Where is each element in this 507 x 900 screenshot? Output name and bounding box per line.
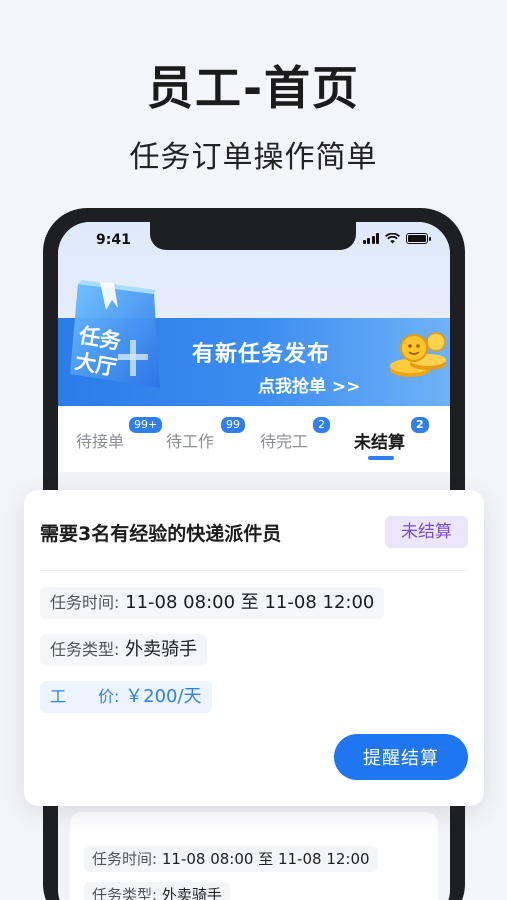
status-badge: 未结算 (385, 516, 468, 548)
tab-count-badge: 2 (312, 416, 331, 434)
tab-label: 待工作 (166, 432, 215, 451)
bg-task-time-label: 任务时间: (92, 850, 158, 868)
tab-label: 待接单 (76, 432, 125, 451)
task-type-label: 任务类型: (50, 640, 120, 659)
card-divider (40, 570, 468, 571)
task-type-row: 任务类型: 外卖骑手 (40, 634, 208, 666)
order-tabs: 待接单 99+ 待工作 99 待完工 2 未结算 2 (58, 406, 450, 472)
tab-pending-work[interactable]: 待工作 99 (166, 416, 246, 452)
phone-notch (150, 222, 356, 250)
tab-label: 未结算 (354, 433, 405, 453)
bg-task-time-row: 任务时间: 11-08 08:00 至 11-08 12:00 (84, 846, 378, 872)
tab-pending-accept[interactable]: 待接单 99+ (76, 416, 164, 452)
remind-settle-button[interactable]: 提醒结算 (334, 734, 468, 780)
tab-pending-finish[interactable]: 待完工 2 (260, 416, 331, 452)
page-title: 员工-首页 (146, 61, 361, 115)
battery-icon (406, 233, 431, 244)
task-hall-book-icon: 任务 大厅 (70, 280, 160, 388)
banner-cta[interactable]: 点我抢单 >> (258, 372, 360, 397)
tab-count-badge: 99+ (128, 416, 164, 434)
tab-unsettled[interactable]: 未结算 2 (354, 416, 430, 453)
bg-task-time-value: 11-08 08:00 至 11-08 12:00 (161, 850, 370, 868)
task-time-value: 11-08 08:00 至 11-08 12:00 (125, 592, 375, 613)
task-time-row: 任务时间: 11-08 08:00 至 11-08 12:00 (40, 587, 385, 619)
status-icons (362, 233, 431, 244)
bg-task-type-row: 任务类型: 外卖骑手 (84, 882, 230, 900)
signal-icon (362, 233, 379, 244)
tab-count-badge: 2 (410, 416, 430, 434)
task-price-label: 工 价: (50, 687, 120, 706)
status-time: 9:41 (96, 232, 131, 248)
banner-headline: 有新任务发布 (192, 342, 331, 367)
task-price-row: 工 价: ￥200/天 (40, 681, 212, 713)
order-card[interactable]: 需要3名有经验的快递派件员 未结算 任务时间: 11-08 08:00 至 11… (24, 490, 484, 806)
coins-icon (390, 332, 446, 377)
tab-label: 待完工 (260, 432, 309, 451)
order-card-background[interactable]: 任务时间: 11-08 08:00 至 11-08 12:00 任务类型: 外卖… (70, 812, 438, 900)
task-type-value: 外卖骑手 (125, 639, 198, 660)
bg-task-type-value: 外卖骑手 (161, 886, 222, 900)
task-price-value: ￥200/天 (125, 686, 202, 707)
bg-task-type-label: 任务类型: (92, 886, 158, 900)
wifi-icon (385, 233, 400, 244)
page-subtitle: 任务订单操作简单 (129, 140, 378, 175)
tab-count-badge: 99 (220, 416, 246, 434)
task-time-label: 任务时间: (50, 593, 120, 612)
order-title: 需要3名有经验的快递派件员 (40, 523, 282, 545)
tab-active-indicator (368, 456, 394, 460)
